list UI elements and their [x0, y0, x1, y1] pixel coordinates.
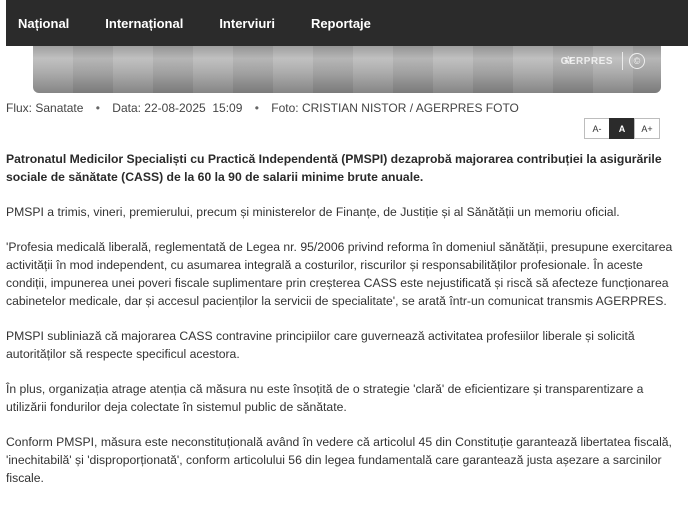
- article-paragraph: 'Profesia medicală liberală, reglementat…: [6, 240, 673, 308]
- nav-item-reportaje[interactable]: Reportaje: [311, 16, 371, 31]
- copyright-icon: ©: [629, 53, 645, 69]
- article-paragraph: PMSPI a trimis, vineri, premierului, pre…: [6, 205, 620, 219]
- article-hero-image: ✲ GERPRES ©: [33, 40, 661, 93]
- article-meta: Flux: Sanatate • Data: 22-08-2025 15:09 …: [6, 101, 519, 115]
- nav-item-interviuri[interactable]: Interviuri: [219, 16, 275, 31]
- article-paragraph: PMSPI subliniază că majorarea CASS contr…: [6, 329, 635, 361]
- font-normal-button[interactable]: A: [609, 118, 635, 139]
- top-navigation: Național Internațional Interviuri Report…: [6, 0, 688, 46]
- meta-date: Data: 22-08-2025 15:09: [112, 101, 243, 115]
- meta-photo-credit: Foto: CRISTIAN NISTOR / AGERPRES FOTO: [271, 101, 519, 115]
- font-smaller-button[interactable]: A-: [584, 118, 610, 139]
- article-paragraph: În plus, organizația atrage atenția că m…: [6, 382, 644, 414]
- article-paragraph: Conform PMSPI, măsura este neconstituțio…: [6, 435, 672, 485]
- font-larger-button[interactable]: A+: [634, 118, 660, 139]
- nav-item-international[interactable]: Internațional: [105, 16, 183, 31]
- photo-watermark: GERPRES: [560, 56, 613, 67]
- watermark-divider: [622, 52, 623, 70]
- font-size-controls: A- A A+: [584, 118, 660, 139]
- meta-separator: •: [254, 101, 259, 115]
- meta-separator: •: [95, 101, 100, 115]
- meta-flux: Flux: Sanatate: [6, 101, 84, 115]
- article-body: Patronatul Medicilor Specialiști cu Prac…: [6, 150, 678, 504]
- nav-item-national[interactable]: Național: [18, 16, 69, 31]
- article-lead: Patronatul Medicilor Specialiști cu Prac…: [6, 152, 662, 184]
